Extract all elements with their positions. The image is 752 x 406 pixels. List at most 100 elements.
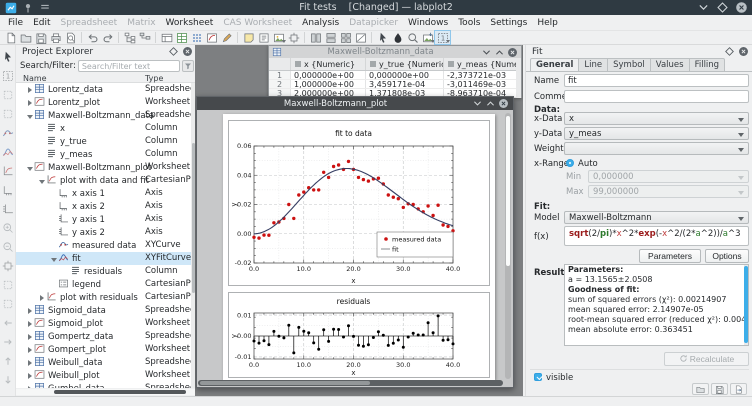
cell[interactable]: 1,000000e+00 [291, 80, 366, 88]
close-button[interactable] [735, 1, 748, 14]
residual-point[interactable] [362, 345, 365, 348]
zoom-out-button[interactable] [1, 237, 15, 256]
data-point[interactable] [272, 221, 275, 224]
maximize-button[interactable] [716, 1, 729, 14]
tab-values[interactable]: Values [651, 58, 690, 72]
add-axis-bottom-button[interactable] [1, 180, 15, 199]
shift-left-button[interactable] [1, 313, 15, 332]
close-dock-icon[interactable] [738, 46, 749, 57]
y-data-combo[interactable]: y_meas [564, 127, 749, 140]
residual-point[interactable] [302, 330, 305, 333]
edit-redo-button[interactable] [100, 31, 115, 44]
zoom-select-button[interactable]: 1 [435, 31, 450, 44]
minimize-window-icon[interactable] [472, 98, 483, 109]
edit-undo-button[interactable] [85, 31, 100, 44]
layout-none-button[interactable] [353, 31, 368, 44]
tree-expander[interactable] [26, 307, 34, 315]
residual-point[interactable] [297, 326, 300, 329]
weights-combo[interactable] [564, 142, 749, 155]
tree-row-fit[interactable]: fitXYFitCurve [16, 252, 196, 265]
residual-point[interactable] [432, 331, 435, 334]
data-point[interactable] [402, 206, 405, 209]
residual-point[interactable] [267, 343, 270, 346]
menu-worksheet[interactable]: Worksheet [161, 15, 219, 31]
folder-open-button[interactable] [18, 31, 33, 44]
data-point[interactable] [322, 171, 325, 174]
row-number[interactable]: 1 [269, 71, 291, 79]
shift-right-button[interactable] [1, 332, 15, 351]
tree-row-lorentz_plot[interactable]: Lorentz_plotWorksheet [16, 96, 196, 109]
minimize-window-icon[interactable] [481, 47, 492, 58]
menu-analysis[interactable]: Analysis [297, 15, 344, 31]
tree-row-x-axis-2[interactable]: x axis 2Axis [16, 200, 196, 213]
zoom-y-button[interactable] [1, 294, 15, 313]
tree-row-plot-with-data-and-fit[interactable]: plot with data and fitCartesianPlot [16, 174, 196, 187]
data-point[interactable] [312, 188, 315, 191]
menu-file[interactable]: File [3, 15, 28, 31]
spreadsheet-window[interactable]: Maxwell-Boltzmann_data x {Numeric}y_true… [268, 45, 522, 98]
export-function-button[interactable] [730, 383, 747, 395]
data-point[interactable] [267, 234, 270, 237]
data-point[interactable] [337, 163, 340, 166]
filter-options-button[interactable] [182, 60, 194, 72]
name-field[interactable] [564, 74, 749, 87]
worksheet-canvas[interactable]: 0.010.020.030.040.0-0.020.000.020.040.06… [223, 114, 495, 380]
tree-row-x-axis-1[interactable]: x axis 1Axis [16, 187, 196, 200]
select-cursor-button[interactable] [1, 47, 15, 66]
residual-point[interactable] [377, 330, 380, 333]
tree-row-maxwell-boltzmann_data[interactable]: Maxwell-Boltzmann_dataSpreadsheet [16, 109, 196, 122]
add-axis-button[interactable] [1, 161, 15, 180]
residual-point[interactable] [292, 351, 295, 354]
tree-row-y_true[interactable]: y_trueColumn [16, 135, 196, 148]
formula-field[interactable]: sqrt(2/pi)*x^2*exp(-x^2/(2*a^2))/a^3 [564, 226, 749, 246]
column-header-type[interactable]: Type [145, 74, 163, 83]
new-workbook-button[interactable] [159, 31, 174, 44]
new-spreadsheet-button[interactable] [174, 31, 189, 44]
plot-fit-to-data[interactable]: 0.010.020.030.040.0-0.020.000.020.040.06… [229, 121, 490, 286]
tree-expander[interactable] [26, 372, 34, 380]
residual-point[interactable] [332, 328, 335, 331]
data-point[interactable] [297, 193, 300, 196]
tree-row-sigmoid_data[interactable]: Sigmoid_dataSpreadsheet [16, 304, 196, 317]
select-region-y-button[interactable] [1, 104, 15, 123]
menu-edit[interactable]: Edit [28, 15, 55, 31]
residual-point[interactable] [322, 328, 325, 331]
float-dock-icon[interactable] [168, 46, 179, 57]
residual-point[interactable] [412, 332, 415, 335]
add-equation-curve-button[interactable] [1, 142, 15, 161]
data-point[interactable] [387, 193, 390, 196]
document-new-button[interactable] [3, 31, 18, 44]
data-point[interactable] [436, 204, 439, 207]
column-header-2[interactable]: y_meas {Numeric} [444, 58, 518, 70]
layout-vertical-button[interactable] [308, 31, 323, 44]
residual-point[interactable] [447, 338, 450, 341]
add-curve-button[interactable] [1, 123, 15, 142]
column-header-0[interactable]: x {Numeric} [291, 58, 366, 70]
residual-point[interactable] [387, 344, 390, 347]
tree-row-measured-data[interactable]: measured dataXYCurve [16, 239, 196, 252]
worksheet-window-titlebar[interactable]: Maxwell-Boltzmann_plot [197, 97, 513, 110]
residual-point[interactable] [437, 314, 440, 317]
document-print-button[interactable] [48, 31, 63, 44]
float-dock-icon[interactable] [724, 46, 735, 57]
residual-point[interactable] [427, 321, 430, 324]
ink-mode-button[interactable] [390, 31, 405, 44]
residual-point[interactable] [277, 335, 280, 338]
data-point[interactable] [257, 236, 260, 239]
data-point[interactable] [292, 217, 295, 220]
expand-tree-button[interactable] [122, 31, 137, 44]
cell[interactable]: 0,000000e+00 [291, 71, 366, 79]
new-matrix-button[interactable] [189, 31, 204, 44]
recalculate-button[interactable]: Recalculate [664, 352, 749, 366]
tree-row-y-axis-2[interactable]: y axis 2Axis [16, 226, 196, 239]
residual-point[interactable] [442, 339, 445, 342]
close-window-icon[interactable] [498, 98, 509, 109]
data-point[interactable] [431, 214, 434, 217]
select-region-x-button[interactable] [1, 85, 15, 104]
tree-expander[interactable] [26, 112, 34, 120]
x-data-combo[interactable]: x [564, 112, 749, 125]
residual-point[interactable] [397, 339, 400, 342]
results-text-area[interactable]: Parameters:a = 13.1565±2.0508Goodness of… [564, 264, 749, 346]
tree-expander[interactable] [26, 385, 34, 389]
data-point[interactable] [362, 178, 365, 181]
